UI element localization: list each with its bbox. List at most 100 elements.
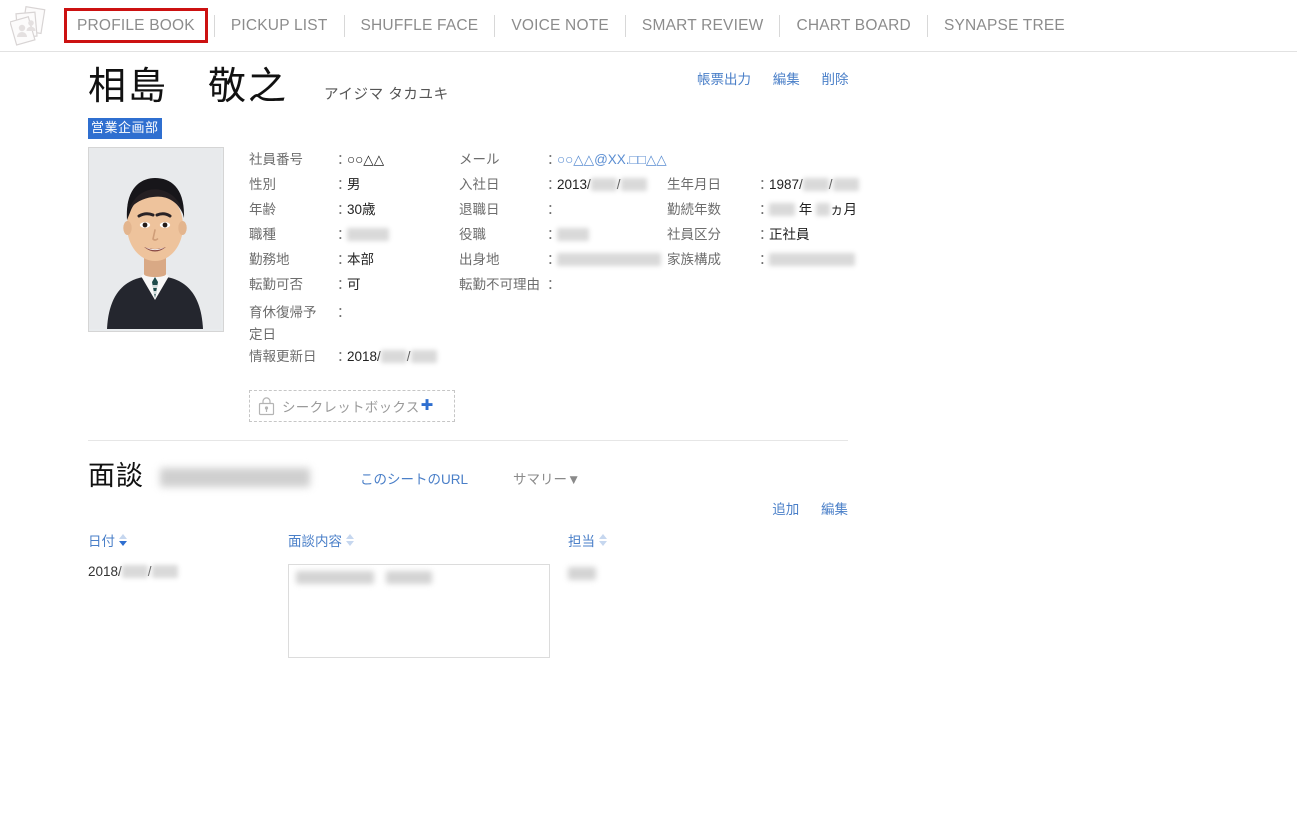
- field-label-employee-class: 社員区分: [667, 226, 721, 242]
- redacted-value: [557, 253, 661, 267]
- meeting-section-header: 面談 このシートのURL サマリー▼: [88, 460, 1297, 491]
- redacted-month: [380, 350, 407, 364]
- field-value-birthplace: [557, 247, 667, 272]
- field-value-updated: 2018//: [347, 346, 1297, 368]
- colon: ：: [547, 151, 561, 167]
- summary-dropdown[interactable]: サマリー▼: [513, 468, 580, 488]
- field-value-employee-class: 正社員: [769, 226, 810, 242]
- lock-icon: [258, 396, 275, 416]
- name-kana: アイジマ タカユキ: [324, 87, 449, 103]
- table-row[interactable]: 2018//: [88, 560, 848, 658]
- field-label-work-location: 勤務地: [249, 251, 290, 267]
- column-header-date[interactable]: 日付: [88, 530, 288, 560]
- field-label-birthday: 生年月日: [667, 176, 721, 192]
- field-value-age: 30歳: [347, 201, 376, 217]
- redacted-month: [121, 565, 148, 579]
- redacted-day: [410, 350, 437, 364]
- field-label-gender: 性別: [249, 176, 276, 192]
- cell-content: [288, 560, 568, 658]
- field-label-birthplace: 出身地: [459, 251, 500, 267]
- nav-item-profile-book[interactable]: PROFILE BOOK: [64, 7, 208, 44]
- add-meeting-link[interactable]: 追加: [772, 502, 799, 517]
- field-label-age: 年齢: [249, 201, 276, 217]
- field-value-family: [769, 247, 899, 272]
- cell-owner: [568, 560, 848, 658]
- plus-icon[interactable]: ✚: [421, 398, 434, 413]
- redacted-months: [816, 203, 831, 217]
- nav-item-chart-board[interactable]: CHART BOARD: [780, 18, 926, 34]
- redacted-years: [769, 203, 795, 217]
- redacted-day: [832, 178, 859, 192]
- field-value-birthday: 1987//: [769, 172, 899, 197]
- redacted-month: [590, 178, 617, 192]
- edit-meeting-link[interactable]: 編集: [821, 502, 848, 517]
- colon: ：: [337, 151, 351, 167]
- nav-item-voice-note[interactable]: VOICE NOTE: [495, 18, 625, 34]
- colon: ：: [547, 276, 561, 292]
- meeting-title: 面談: [88, 460, 144, 491]
- column-label-content: 面談内容: [288, 533, 342, 549]
- nav-item-shuffle-face[interactable]: SHUFFLE FACE: [345, 18, 495, 34]
- colon: ：: [337, 304, 351, 320]
- field-label-relocation-reason: 転勤不可理由: [459, 276, 540, 292]
- field-label-join-date: 入社日: [459, 176, 500, 192]
- secret-box-button[interactable]: シークレットボックス ✚: [249, 389, 455, 422]
- field-label-family: 家族構成: [667, 251, 721, 267]
- colon: ：: [337, 348, 351, 364]
- redacted-month: [802, 178, 829, 192]
- department-tag: 営業企画部: [88, 117, 162, 139]
- redacted-day: [151, 565, 178, 579]
- field-value-childcare-return: [347, 302, 1297, 346]
- secret-box-label: シークレットボックス: [282, 399, 420, 415]
- profile-photo: [88, 146, 224, 332]
- profile-field-grid: 社員番号 ： ○○△△ メール ： ○○△△@XX.□□△△ 性別 ： 男 入社…: [249, 147, 1297, 297]
- meeting-title-redacted: [160, 467, 310, 487]
- meeting-table-head: 日付 面談内容 担当: [88, 530, 848, 560]
- redacted-value: [769, 253, 855, 267]
- column-header-content[interactable]: 面談内容: [288, 530, 568, 560]
- colon: ：: [337, 251, 351, 267]
- field-label-childcare-return: 育休復帰予 定日: [249, 304, 317, 342]
- colon: ：: [337, 201, 351, 217]
- redacted-day: [620, 178, 647, 192]
- field-label-position: 役職: [459, 226, 486, 242]
- nav-item-smart-review[interactable]: SMART REVIEW: [626, 18, 780, 34]
- field-label-relocatable: 転勤可否: [249, 276, 303, 292]
- meeting-table: 日付 面談内容 担当 2018/ /: [88, 530, 848, 658]
- table-header-row: 日付 面談内容 担当: [88, 530, 848, 560]
- colon: ：: [547, 251, 561, 267]
- column-header-owner[interactable]: 担当: [568, 530, 848, 560]
- field-value-join-date: 2013//: [557, 172, 667, 197]
- photo-stack-icon[interactable]: [10, 5, 54, 47]
- field-value-mail[interactable]: ○○△△@XX.□□△△: [557, 147, 899, 172]
- nav-item-synapse-tree[interactable]: SYNAPSE TREE: [928, 18, 1081, 34]
- meeting-row-actions: 追加 編集: [88, 498, 848, 518]
- field-label-leave-date: 退職日: [459, 201, 500, 217]
- sort-arrows-content[interactable]: [346, 533, 354, 546]
- field-value-years-of-service: 年 ヵ月: [769, 197, 899, 222]
- field-value-work-location: 本部: [347, 251, 374, 267]
- colon: ：: [337, 176, 351, 192]
- top-navigation-bar: PROFILE BOOK PICKUP LIST SHUFFLE FACE VO…: [0, 0, 1297, 52]
- nav-item-pickup-list[interactable]: PICKUP LIST: [215, 18, 344, 34]
- section-divider: [88, 439, 848, 441]
- field-label-mail: メール: [459, 151, 500, 167]
- sort-arrows-date[interactable]: [119, 533, 127, 546]
- profile-fields: 社員番号 ： ○○△△ メール ： ○○△△@XX.□□△△ 性別 ： 男 入社…: [249, 147, 1297, 422]
- redacted-value: [347, 228, 389, 242]
- redacted-content: [296, 570, 374, 584]
- column-label-owner: 担当: [568, 533, 595, 549]
- colon: ：: [759, 201, 773, 217]
- field-value-relocation-reason: [557, 272, 667, 297]
- meeting-content-box[interactable]: [288, 563, 550, 658]
- sheet-url-link[interactable]: このシートのURL: [360, 468, 468, 488]
- profile-name-row: 相島 敬之 アイジマ タカユキ: [88, 66, 1297, 110]
- sort-arrows-owner[interactable]: [599, 533, 607, 546]
- field-label-updated: 情報更新日: [249, 348, 317, 364]
- field-row-updated: 情報更新日 ： 2018//: [249, 346, 1297, 368]
- field-value-relocatable: 可: [347, 276, 361, 292]
- colon: ：: [337, 226, 351, 242]
- redacted-owner: [568, 566, 596, 580]
- colon: ：: [759, 226, 773, 242]
- profile-body: 社員番号 ： ○○△△ メール ： ○○△△@XX.□□△△ 性別 ： 男 入社…: [88, 146, 1297, 422]
